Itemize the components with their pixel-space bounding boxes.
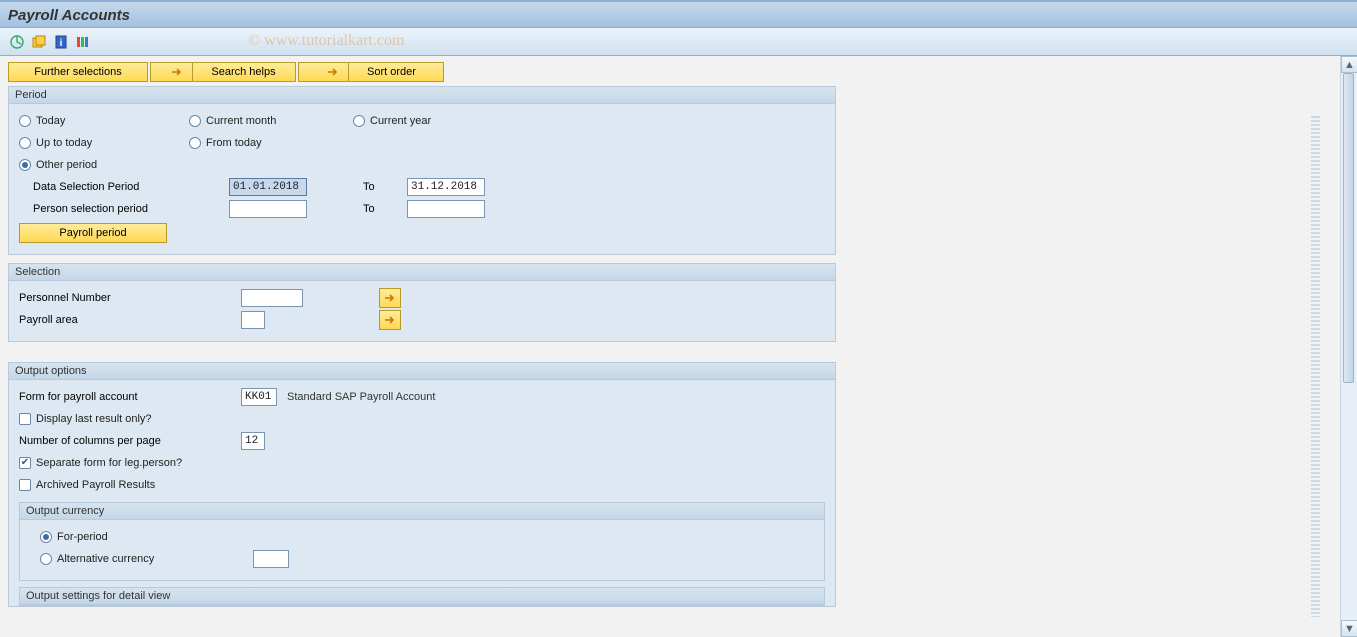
selection-group-title: Selection (9, 264, 835, 281)
label-today: Today (36, 115, 65, 127)
alternative-currency-input[interactable] (253, 550, 289, 568)
output-options-title: Output options (9, 363, 835, 380)
display-last-result-checkbox[interactable] (19, 413, 31, 425)
search-helps-label: Search helps (211, 66, 275, 78)
radio-other-period[interactable] (19, 159, 31, 171)
separate-form-checkbox[interactable] (19, 457, 31, 469)
radio-current-month[interactable] (189, 115, 201, 127)
period-group-body: Today Current month Current year Up to t… (9, 104, 835, 254)
output-currency-body: For-period Alternative currency (20, 520, 824, 580)
button-separator (348, 63, 349, 81)
output-options-group: Output options Form for payroll account … (8, 362, 836, 607)
form-payroll-account-desc: Standard SAP Payroll Account (287, 391, 435, 403)
selection-group-body: Personnel Number Payroll area (9, 281, 835, 341)
label-for-period: For-period (57, 531, 108, 543)
to-label-2: To (363, 203, 407, 215)
separate-form-label: Separate form for leg.person? (36, 457, 182, 469)
vertical-scrollbar[interactable]: ▲ ▼ (1340, 56, 1357, 637)
search-helps-button[interactable]: Search helps (150, 62, 296, 82)
output-currency-title: Output currency (20, 503, 824, 520)
watermark-text: © www.tutorialkart.com (248, 32, 404, 50)
sort-order-button[interactable]: Sort order (298, 62, 444, 82)
radio-today[interactable] (19, 115, 31, 127)
scroll-down-icon[interactable]: ▼ (1341, 620, 1357, 637)
button-separator (192, 63, 193, 81)
content-outer: Further selections Search helps Sort ord… (0, 56, 1357, 637)
person-selection-period-label: Person selection period (19, 203, 229, 215)
radio-alternative-currency[interactable] (40, 553, 52, 565)
output-detail-title: Output settings for detail view (20, 588, 824, 605)
svg-text:i: i (60, 38, 63, 49)
payroll-area-multi-button[interactable] (379, 310, 401, 330)
layout-icon[interactable] (74, 33, 92, 51)
data-selection-period-label: Data Selection Period (19, 181, 229, 193)
to-label-1: To (363, 181, 407, 193)
output-currency-group: Output currency For-period Alternative c… (19, 502, 825, 581)
period-group-title: Period (9, 87, 835, 104)
arrow-right-icon (326, 65, 340, 79)
selection-button-row: Further selections Search helps Sort ord… (8, 62, 1332, 82)
personnel-number-input[interactable] (241, 289, 303, 307)
archived-payroll-label: Archived Payroll Results (36, 479, 155, 491)
data-selection-to-input[interactable] (407, 178, 485, 196)
payroll-period-label: Payroll period (59, 227, 126, 239)
variant-icon[interactable] (30, 33, 48, 51)
title-text: Payroll Accounts (8, 7, 130, 24)
app-toolbar: i © www.tutorialkart.com (0, 28, 1357, 56)
label-alternative-currency: Alternative currency (57, 553, 253, 565)
execute-icon[interactable] (8, 33, 26, 51)
columns-per-page-label: Number of columns per page (19, 435, 241, 447)
label-other-period: Other period (36, 159, 97, 171)
label-from-today: From today (206, 137, 262, 149)
personnel-number-label: Personnel Number (19, 292, 241, 304)
columns-per-page-input[interactable] (241, 432, 265, 450)
radio-current-year[interactable] (353, 115, 365, 127)
payroll-area-input[interactable] (241, 311, 265, 329)
period-group: Period Today Current month Current year (8, 86, 836, 255)
display-last-result-label: Display last result only? (36, 413, 152, 425)
personnel-number-multi-button[interactable] (379, 288, 401, 308)
person-selection-from-input[interactable] (229, 200, 307, 218)
label-current-year: Current year (370, 115, 431, 127)
person-selection-to-input[interactable] (407, 200, 485, 218)
label-up-to-today: Up to today (36, 137, 92, 149)
content-area: Further selections Search helps Sort ord… (0, 56, 1340, 637)
output-options-body: Form for payroll account Standard SAP Pa… (9, 380, 835, 606)
scroll-up-icon[interactable]: ▲ (1341, 56, 1357, 73)
further-selections-button[interactable]: Further selections (8, 62, 148, 82)
radio-for-period[interactable] (40, 531, 52, 543)
payroll-period-button[interactable]: Payroll period (19, 223, 167, 243)
payroll-area-label: Payroll area (19, 314, 241, 326)
form-payroll-account-input[interactable] (241, 388, 277, 406)
label-current-month: Current month (206, 115, 276, 127)
splitter-handle[interactable] (1311, 116, 1320, 617)
radio-from-today[interactable] (189, 137, 201, 149)
arrow-right-icon (170, 65, 184, 79)
sort-order-label: Sort order (367, 66, 416, 78)
data-selection-from-input[interactable] (229, 178, 307, 196)
output-detail-group: Output settings for detail view (19, 587, 825, 606)
info-icon[interactable]: i (52, 33, 70, 51)
scroll-thumb[interactable] (1343, 73, 1354, 383)
form-payroll-account-label: Form for payroll account (19, 391, 241, 403)
further-selections-label: Further selections (34, 66, 121, 78)
archived-payroll-checkbox[interactable] (19, 479, 31, 491)
selection-group: Selection Personnel Number Payroll area (8, 263, 836, 342)
window-title: Payroll Accounts (0, 0, 1357, 28)
radio-up-to-today[interactable] (19, 137, 31, 149)
